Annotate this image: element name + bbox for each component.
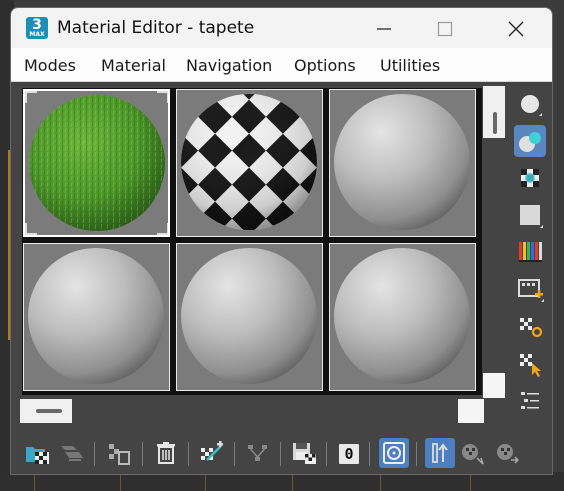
make-preview-button[interactable] (514, 273, 546, 305)
reset-map-button[interactable] (151, 438, 181, 468)
sample-uv-tiling-icon (520, 205, 543, 228)
go-forward-to-sibling-icon (497, 444, 520, 464)
backlight-icon (519, 132, 541, 152)
menu-utilities[interactable]: Utilities (380, 56, 440, 75)
select-by-material-button[interactable] (514, 347, 546, 379)
sample-type-sphere-icon (521, 95, 542, 116)
toolbar-separator (142, 442, 143, 466)
backlight-button[interactable] (514, 125, 546, 157)
menu-bar: Modes Material Navigation Options Utilit… (11, 48, 552, 82)
minimize-icon (377, 28, 391, 30)
sample-slot-1[interactable] (23, 89, 170, 237)
sample-uv-tiling-button[interactable] (514, 199, 546, 231)
gray-material-sphere (181, 248, 317, 384)
sample-slots-grid (22, 88, 482, 395)
horizontal-scroll-thumb[interactable] (20, 399, 72, 423)
material-editor-window: 3 MAX Material Editor - tapete Modes Mat… (10, 7, 553, 475)
close-button[interactable] (493, 8, 539, 48)
put-to-scene-button[interactable] (57, 438, 87, 468)
maximize-button[interactable] (422, 8, 468, 48)
menu-material[interactable]: Material (101, 56, 166, 75)
save-material-button[interactable] (289, 438, 319, 468)
show-shaded-in-viewport-icon (383, 442, 405, 464)
toolbar-separator (234, 442, 235, 466)
put-to-library-icon (248, 445, 267, 461)
assign-to-selection-icon (109, 444, 130, 465)
grass-material-sphere (25, 91, 168, 235)
sample-type-button[interactable] (514, 88, 546, 120)
scroll-grip (36, 409, 62, 413)
scroll-grip (493, 112, 497, 134)
material-editor-options-button[interactable] (514, 310, 546, 342)
video-color-check-icon (519, 242, 542, 262)
horizontal-scrollbar[interactable] (20, 399, 484, 423)
material-map-navigator-button[interactable] (514, 384, 546, 416)
gray-material-sphere (334, 248, 470, 384)
toolbar-separator (416, 442, 417, 466)
vertical-scrollbar[interactable] (483, 86, 505, 398)
show-shaded-material-button[interactable] (379, 438, 409, 468)
video-color-check-button[interactable] (514, 236, 546, 268)
3dsmax-app-icon: 3 MAX (26, 17, 48, 39)
make-unique-icon (201, 441, 223, 461)
toolbar-separator (94, 442, 95, 466)
minimize-button[interactable] (361, 8, 407, 48)
background-button[interactable] (514, 162, 546, 194)
material-editor-options-icon (520, 318, 543, 338)
sample-slot-6[interactable] (329, 243, 476, 391)
sample-slot-3[interactable] (329, 89, 476, 237)
show-end-result-icon (432, 443, 448, 463)
scroll-corner (483, 373, 505, 398)
maximize-icon (437, 21, 453, 37)
material-id-channel-field[interactable]: 0 (339, 444, 359, 464)
toolbar-separator (326, 442, 327, 466)
gray-material-sphere (28, 248, 164, 384)
toolbar-separator (188, 442, 189, 466)
background-checker-icon (521, 169, 539, 187)
sample-slot-4[interactable] (23, 243, 170, 391)
window-title: Material Editor - tapete (57, 18, 255, 38)
make-preview-icon (518, 279, 544, 302)
bottom-toolbar: 0 (11, 432, 552, 474)
menu-options[interactable]: Options (294, 56, 356, 75)
menu-modes[interactable]: Modes (24, 56, 76, 75)
go-to-parent-icon (462, 444, 484, 465)
save-disk-icon (293, 443, 316, 464)
select-by-material-icon (520, 354, 541, 377)
make-unique-button[interactable] (197, 438, 227, 468)
go-to-parent-button[interactable] (457, 438, 487, 468)
material-map-navigator-icon (521, 392, 539, 409)
scroll-corner (458, 399, 484, 423)
get-material-button[interactable] (23, 438, 53, 468)
trash-reset-icon (157, 442, 175, 464)
vertical-scroll-thumb[interactable] (483, 86, 505, 138)
put-to-library-button[interactable] (243, 438, 273, 468)
title-bar[interactable]: 3 MAX Material Editor - tapete (11, 8, 552, 48)
get-material-icon (26, 447, 49, 464)
show-end-result-button[interactable] (425, 438, 455, 468)
checker-material-sphere (181, 94, 317, 230)
toolbar-separator (280, 442, 281, 466)
gray-material-sphere (334, 94, 470, 230)
menu-navigation[interactable]: Navigation (186, 56, 272, 75)
toolbar-separator (369, 442, 370, 466)
close-icon (508, 21, 524, 37)
assign-to-selection-button[interactable] (103, 438, 133, 468)
sample-slot-5[interactable] (176, 243, 323, 391)
put-to-scene-icon (61, 446, 83, 461)
go-forward-to-sibling-button[interactable] (491, 438, 521, 468)
sample-slot-2[interactable] (176, 89, 323, 237)
app-icon-label: MAX (29, 31, 45, 38)
